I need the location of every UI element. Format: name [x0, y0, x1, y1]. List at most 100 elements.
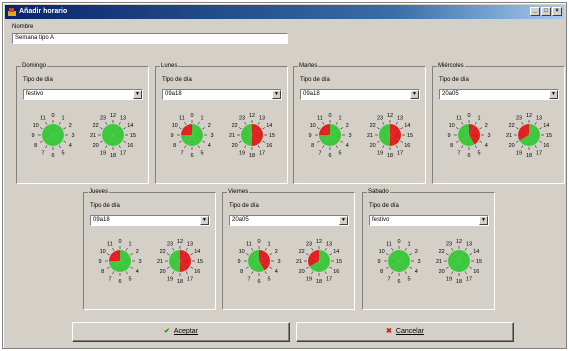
- hour-label: 21: [229, 133, 235, 139]
- hour-tick: [130, 253, 134, 256]
- hour-tick: [464, 271, 467, 275]
- clock-am[interactable]: 0 1 2 3 4 5 6 7 8 9 10 11: [304, 109, 356, 161]
- day-name: Miércoles: [437, 63, 465, 69]
- hour-tick: [474, 121, 477, 125]
- chevron-down-icon[interactable]: ▼: [272, 90, 281, 99]
- hour-label: 15: [336, 259, 342, 265]
- chevron-down-icon[interactable]: ▼: [200, 216, 209, 225]
- hour-tick: [244, 121, 247, 125]
- clock-pm[interactable]: 12 13 14 15 16 17 18 19 20 21 22 23: [433, 235, 485, 287]
- clock-pm[interactable]: 12 13 14 15 16 17 18 19 20 21 22 23: [503, 109, 555, 161]
- clock-pm[interactable]: 12 13 14 15 16 17 18 19 20 21 22 23: [226, 109, 278, 161]
- maximize-button[interactable]: □: [541, 7, 551, 16]
- hour-label: 22: [160, 249, 166, 255]
- chevron-down-icon[interactable]: ▼: [339, 216, 348, 225]
- hour-tick: [238, 127, 242, 130]
- hour-label: 19: [100, 150, 106, 156]
- hour-label: 3: [487, 133, 490, 139]
- hour-label: 11: [40, 116, 46, 122]
- hour-label: 19: [167, 276, 173, 282]
- hour-label: 8: [34, 143, 37, 149]
- hour-tick: [184, 145, 187, 149]
- hour-label: 10: [172, 123, 178, 129]
- close-button[interactable]: ×: [552, 7, 562, 16]
- hour-label: 22: [232, 123, 238, 129]
- chevron-down-icon[interactable]: ▼: [133, 90, 142, 99]
- chevron-down-icon[interactable]: ▼: [479, 216, 488, 225]
- clock-pm[interactable]: 12 13 14 15 16 17 18 19 20 21 22 23: [364, 109, 416, 161]
- hour-label: 1: [128, 242, 131, 248]
- hour-label: 9: [377, 259, 380, 265]
- hour-label: 4: [415, 269, 418, 275]
- minimize-button[interactable]: _: [530, 7, 540, 16]
- hour-tick: [395, 145, 398, 149]
- hour-label: 14: [333, 249, 339, 255]
- hour-label: 13: [187, 242, 193, 248]
- title-bar[interactable]: Añadir horario _ □ ×: [5, 5, 564, 19]
- hour-tick: [329, 266, 333, 269]
- hour-label: 1: [477, 116, 480, 122]
- hour-tick: [474, 145, 477, 149]
- tipo-select[interactable]: festivo ▼: [369, 215, 489, 226]
- clock-pm[interactable]: 12 13 14 15 16 17 18 19 20 21 22 23: [154, 235, 206, 287]
- hour-label: 16: [194, 269, 200, 275]
- day-panel: Jueves Tipo de día 09a18 ▼ 0 1 2 3 4 5 6 7 8 9 10 1…: [83, 189, 216, 310]
- clock-am[interactable]: 0 1 2 3 4 5 6 7 8 9 10 11: [443, 109, 495, 161]
- hour-label: 12: [316, 239, 322, 245]
- tipo-select[interactable]: 09a18 ▼: [162, 89, 282, 100]
- hour-label: 16: [127, 143, 133, 149]
- hour-tick: [58, 121, 61, 125]
- hour-label: 8: [380, 269, 383, 275]
- tipo-select[interactable]: festivo ▼: [23, 89, 143, 100]
- tipo-label: Tipo de día: [439, 77, 469, 83]
- hour-label: 12: [387, 113, 393, 119]
- hour-label: 11: [456, 116, 462, 122]
- hour-tick: [464, 247, 467, 251]
- hour-label: 2: [346, 123, 349, 129]
- tipo-select[interactable]: 20a05 ▼: [439, 89, 559, 100]
- clock-pm[interactable]: 12 13 14 15 16 17 18 19 20 21 22 23: [293, 235, 345, 287]
- hour-label: 6: [397, 279, 400, 285]
- hour-label: 21: [506, 133, 512, 139]
- hour-label: 16: [473, 269, 479, 275]
- hour-label: 10: [449, 123, 455, 129]
- clock-am[interactable]: 0 1 2 3 4 5 6 7 8 9 10 11: [94, 235, 146, 287]
- clock-am[interactable]: 0 1 2 3 4 5 6 7 8 9 10 11: [166, 109, 218, 161]
- hour-tick: [340, 127, 344, 130]
- tipo-value: 09a18: [93, 217, 110, 223]
- tipo-select[interactable]: 09a18 ▼: [300, 89, 420, 100]
- hour-tick: [178, 140, 182, 143]
- tipo-select[interactable]: 20a05 ▼: [229, 215, 349, 226]
- chevron-down-icon[interactable]: ▼: [410, 90, 419, 99]
- hour-tick: [469, 253, 473, 256]
- hour-label: 9: [237, 259, 240, 265]
- hour-tick: [118, 121, 121, 125]
- clock-am[interactable]: 0 1 2 3 4 5 6 7 8 9 10 11: [27, 109, 79, 161]
- hour-label: 0: [190, 113, 193, 119]
- hour-label: 22: [509, 123, 515, 129]
- chevron-down-icon[interactable]: ▼: [549, 90, 558, 99]
- hour-label: 17: [120, 150, 126, 156]
- hour-tick: [185, 247, 188, 251]
- hour-label: 23: [100, 116, 106, 122]
- check-icon: ✔: [164, 328, 170, 335]
- accept-button[interactable]: ✔ Aceptar: [72, 322, 290, 342]
- hour-label: 11: [317, 116, 323, 122]
- window-title: Añadir horario: [19, 8, 68, 15]
- day-panel: Miércoles Tipo de día 20a05 ▼ 0123456789…: [432, 63, 565, 184]
- nombre-input[interactable]: Semana tipo A: [12, 33, 288, 44]
- hour-tick: [479, 127, 483, 130]
- hour-label: 23: [239, 116, 245, 122]
- hour-label: 0: [328, 113, 331, 119]
- tipo-select[interactable]: 09a18 ▼: [90, 215, 210, 226]
- clock-am[interactable]: 0 1 2 3 4 5 6 7 8 9 10 11: [373, 235, 425, 287]
- tipo-value: festivo: [372, 217, 390, 223]
- hour-label: 15: [269, 133, 275, 139]
- hour-label: 17: [259, 150, 265, 156]
- hour-tick: [185, 271, 188, 275]
- clock-pm[interactable]: 12 13 14 15 16 17 18 19 20 21 22 23: [87, 109, 139, 161]
- hour-label: 14: [127, 123, 133, 129]
- hour-tick: [461, 145, 464, 149]
- clock-am[interactable]: 0 1 2 3 4 5 6 7 8 9 10 11: [233, 235, 285, 287]
- cancel-button[interactable]: ✖ Cancelar: [296, 322, 514, 342]
